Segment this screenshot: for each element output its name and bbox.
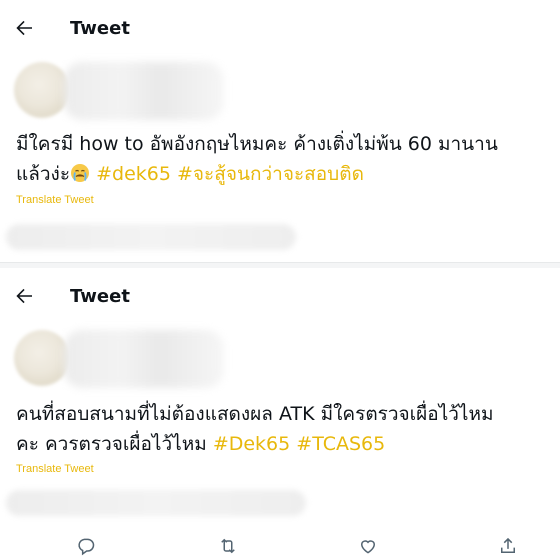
tweet-text-line: คะ ควรตรวจเผื่อไว้ไหม #Dek65 #TCAS65: [16, 429, 494, 459]
tweet-text: คนที่สอบสนามที่ไม่ต้องแสดงผล ATK มีใครตร…: [16, 399, 494, 459]
like-icon[interactable]: [358, 536, 380, 558]
tweet-action-bar: [0, 536, 560, 560]
retweet-icon[interactable]: [218, 536, 240, 558]
tweet-text-segment: คะ ควรตรวจเผื่อไว้ไหม: [16, 433, 207, 455]
tweet-1: Tweet มีใครมี how to อัพอังกฤษไหมคะ ค้าง…: [0, 0, 560, 262]
tweet-text-segment: แล้วง่ะ: [16, 163, 71, 185]
author-info[interactable]: [14, 330, 224, 388]
reply-icon[interactable]: [76, 536, 98, 558]
tweet-header: Tweet: [0, 268, 560, 324]
tweet-text: มีใครมี how to อัพอังกฤษไหมคะ ค้างเติ่งไ…: [16, 129, 498, 189]
avatar[interactable]: [14, 330, 70, 386]
avatar[interactable]: [14, 62, 70, 118]
tweet-meta-blurred: [6, 224, 296, 250]
tweet-text-line: แล้วง่ะ #dek65 #จะสู้จนกว่าจะสอบติด: [16, 159, 498, 189]
tweet-meta-blurred: [6, 490, 306, 516]
translate-tweet-link[interactable]: Translate Tweet: [16, 194, 94, 206]
hashtag-link[interactable]: #TCAS65: [296, 433, 385, 455]
author-name-blurred[interactable]: [64, 62, 224, 120]
back-arrow-icon[interactable]: [12, 284, 36, 308]
hashtag-link[interactable]: #Dek65: [213, 433, 290, 455]
header-title: Tweet: [70, 18, 130, 39]
author-name-blurred[interactable]: [64, 330, 224, 388]
header-title: Tweet: [70, 286, 130, 307]
hashtag-link[interactable]: #dek65: [96, 163, 171, 185]
tweet-text-line: คนที่สอบสนามที่ไม่ต้องแสดงผล ATK มีใครตร…: [16, 403, 494, 425]
back-arrow-icon[interactable]: [12, 16, 36, 40]
author-info[interactable]: [14, 62, 224, 120]
tweet-header: Tweet: [0, 0, 560, 56]
hashtag-link[interactable]: #จะสู้จนกว่าจะสอบติด: [177, 163, 364, 185]
tweet-text-line: มีใครมี how to อัพอังกฤษไหมคะ ค้างเติ่งไ…: [16, 133, 498, 155]
share-icon[interactable]: [498, 536, 520, 558]
crying-face-icon: [70, 162, 90, 182]
translate-tweet-link[interactable]: Translate Tweet: [16, 463, 94, 475]
